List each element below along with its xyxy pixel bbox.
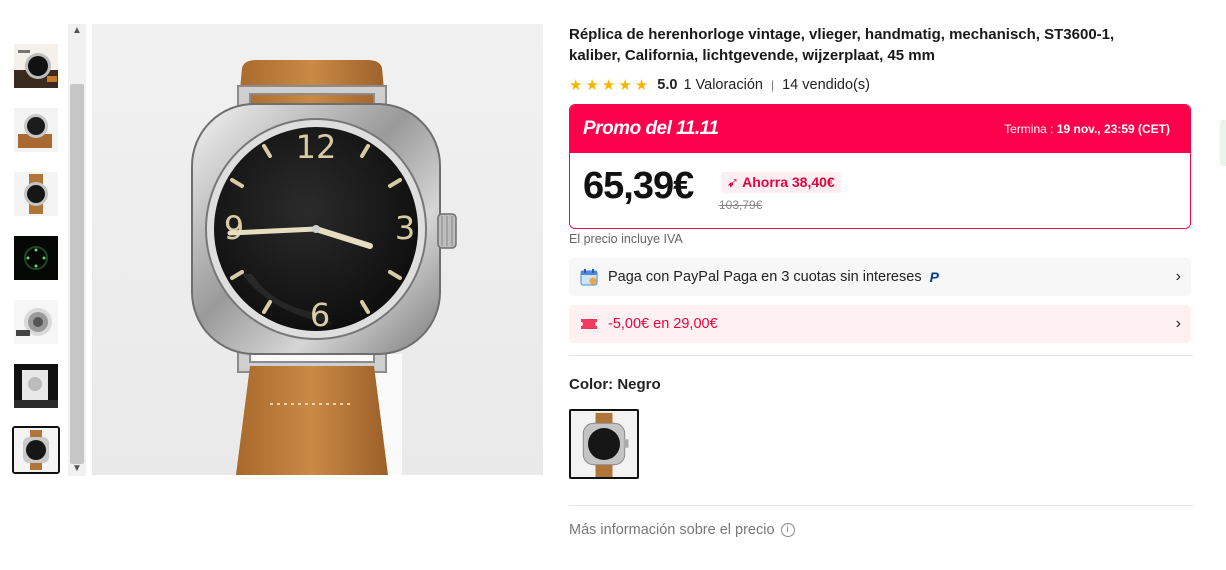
star-icon: ★ (618, 76, 632, 94)
scrollbar-thumb[interactable] (70, 84, 84, 464)
promo-ends-value: 19 nov., 23:59 (CET) (1056, 122, 1170, 136)
color-swatch-negro[interactable] (569, 409, 639, 479)
paypal-installments-row[interactable]: Paga con PayPal Paga en 3 cuotas sin int… (569, 258, 1191, 296)
scroll-down-icon[interactable]: ▼ (68, 462, 86, 476)
star-icon: ★ (601, 76, 616, 94)
thumbnail-3[interactable] (14, 172, 58, 216)
promo-title: Promo del 11.11 (583, 118, 719, 139)
promo-box: Promo del 11.11 Termina : 19 nov., 23:59… (569, 104, 1191, 229)
thumbnail-7-selected[interactable] (12, 426, 60, 474)
coupon-row[interactable]: -5,00€ en 29,00€ › (569, 305, 1191, 343)
star-icon: ★ (569, 76, 583, 94)
star-icon: ★ (585, 76, 599, 94)
scroll-up-icon[interactable]: ▲ (68, 24, 86, 38)
rating-count-link[interactable]: 1 Valoración (683, 77, 763, 93)
side-panel-edge (1220, 120, 1226, 166)
savings-badge: ➹ Ahorra 38,40€ (721, 172, 841, 193)
chevron-right-icon[interactable]: › (1176, 268, 1181, 286)
thumbnail-1[interactable] (14, 44, 58, 88)
current-price: 65,39€ (583, 165, 694, 207)
price-info-text: Más información sobre el precio (569, 522, 775, 538)
chevron-right-icon[interactable]: › (1176, 315, 1181, 333)
color-label: Color: Negro (569, 376, 661, 393)
paypal-text: Paga con PayPal Paga en 3 cuotas sin int… (608, 269, 922, 285)
coupon-icon (579, 314, 599, 334)
savings-icon: ➹ (727, 174, 743, 190)
rating-row: ★ ★ ★ ★ ★ 5.0 1 Valoración | 14 vendido(… (569, 76, 1191, 94)
divider (569, 505, 1193, 506)
rating-score: 5.0 (657, 77, 678, 93)
thumbnail-6[interactable] (14, 364, 58, 408)
info-icon: i (780, 523, 795, 537)
main-product-image[interactable]: 12 9 3 6 (92, 24, 543, 475)
svg-text:9: 9 (224, 209, 244, 247)
star-icon: ★ (634, 76, 649, 94)
rating-stars[interactable]: ★ ★ ★ ★ ★ (569, 78, 648, 93)
rating-divider: | (770, 78, 775, 92)
svg-text:12: 12 (296, 128, 337, 166)
thumbnail-5[interactable] (14, 300, 58, 344)
price-area: 65,39€ ➹ Ahorra 38,40€ 103,79€ (570, 153, 1190, 228)
coupon-text: -5,00€ en 29,00€ (608, 316, 718, 332)
original-price: 103,79€ (719, 198, 763, 212)
calendar-icon (579, 267, 599, 287)
price-info-link[interactable]: Más información sobre el precio i (569, 522, 795, 538)
savings-text: Ahorra 38,40€ (742, 174, 835, 190)
promo-header: Promo del 11.11 Termina : 19 nov., 23:59… (570, 105, 1190, 153)
thumbnail-4[interactable] (14, 236, 58, 280)
promo-countdown: Termina : 19 nov., 23:59 (CET) (1004, 122, 1170, 136)
promo-ends-label: Termina : (1004, 122, 1054, 136)
paypal-logo-icon: P (929, 269, 939, 285)
product-info-panel: Réplica de herenhorloge vintage, vlieger… (569, 24, 1193, 538)
thumbnail-2[interactable] (14, 108, 58, 152)
sold-count: 14 vendido(s) (782, 77, 870, 93)
product-title: Réplica de herenhorloge vintage, vlieger… (569, 26, 1115, 64)
thumbnail-rail: ▲ ▼ (10, 24, 86, 476)
divider (569, 355, 1193, 356)
vat-note: El precio incluye IVA (569, 232, 683, 246)
svg-text:3: 3 (395, 209, 415, 247)
